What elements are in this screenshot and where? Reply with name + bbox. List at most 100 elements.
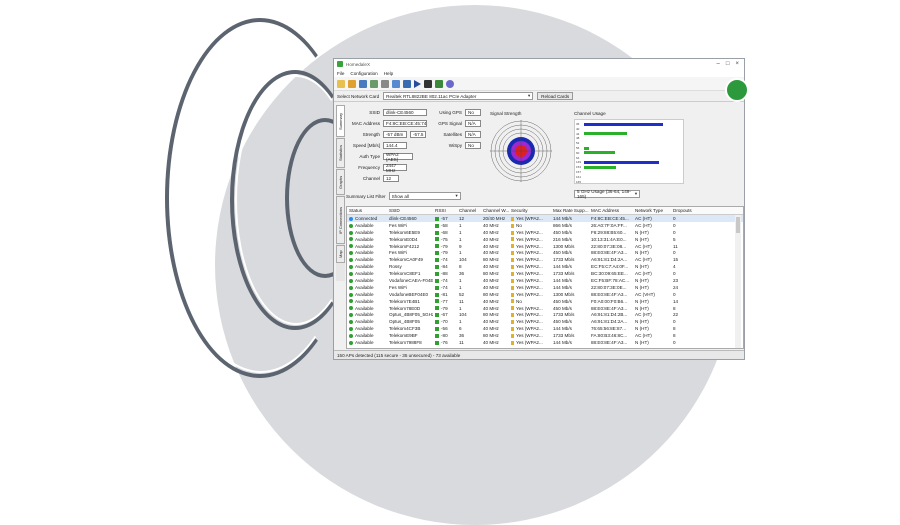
maximize-button[interactable]: □ (726, 61, 730, 67)
table-scrollbar[interactable] (735, 215, 741, 348)
table-cell: Yes (WPA2... (516, 229, 543, 235)
lock-icon (511, 285, 514, 290)
status-dot-icon (349, 244, 353, 249)
table-cell: Yes (WPA2... (516, 333, 543, 339)
channel-usage-select[interactable]: 5 GHz Usage (36-64, 149-165) ▼ (574, 189, 640, 199)
table-row[interactable]: Available TelekomE0D4 -75 1 40 MHz Yes (WPA2.… (347, 236, 743, 243)
signal-icon (435, 216, 439, 221)
summary-filter-select[interactable]: Show all ▼ (388, 192, 461, 200)
table-row[interactable]: Available Telekom4CF3B -56 6 40 MHz Yes (WPA2… (347, 325, 743, 332)
table-cell: 104 (459, 257, 467, 263)
table-row[interactable]: Available VodafoneCAEA-F04E0 -74 1 40 MHz Yes… (347, 277, 743, 284)
snapshot-icon[interactable] (435, 79, 443, 88)
table-cell: 1300 Mb/s (553, 291, 575, 297)
table-row[interactable]: Available Telekom6E5E9 -68 1 40 MHz Yes (WPA2… (347, 229, 743, 236)
column-header[interactable]: Channel W... (481, 208, 509, 213)
folder-icon[interactable] (348, 79, 356, 88)
table-cell: 23 (673, 277, 679, 283)
column-header[interactable]: MAC Address (589, 208, 633, 213)
tab-statistics[interactable]: Statistics (336, 138, 345, 168)
close-button[interactable]: × (735, 61, 739, 67)
table-cell: N (HT) (635, 250, 649, 256)
table-cell: 40 MHz (483, 229, 499, 235)
table-cell: Available (355, 271, 374, 277)
menu-configuration[interactable]: Configuration (350, 71, 377, 76)
channel-usage-label: Channel Usage (574, 111, 606, 116)
table-row[interactable]: Available Fes WiFi -58 1 40 MHz No 866 Mb/s 26:… (347, 222, 743, 229)
table-cell: 144 Mb/s (553, 284, 572, 290)
signal-icon (435, 230, 439, 235)
table-cell: Telekom7E4B1 (389, 298, 420, 304)
table-cell: -79 (441, 250, 448, 256)
export-icon[interactable] (370, 79, 378, 88)
table-row[interactable]: Available TelekomCA0F49 -74 104 80 MHz Yes (W… (347, 256, 743, 263)
table-row[interactable]: Available TelekomC8EF1 -88 36 80 MHz Yes (WPA… (347, 270, 743, 277)
column-header[interactable]: Dropouts (671, 208, 701, 213)
table-cell: 1733 Mb/s (553, 312, 575, 318)
table-cell: -88 (441, 271, 448, 277)
network-icon[interactable] (392, 79, 400, 88)
table-row[interactable]: Available Telekom7E4B1 -77 11 40 MHz No 450 Mb… (347, 298, 743, 305)
table-row[interactable]: Available Optus_4B8F05_5GHz -67 104 80 MHz Ye… (347, 311, 743, 318)
table-row[interactable]: Available Optus_4B8F05 -70 1 40 MHz Yes (WPA2… (347, 318, 743, 325)
play-icon[interactable] (414, 79, 421, 88)
table-cell: N (HT) (635, 305, 649, 311)
scrollbar-thumb[interactable] (736, 217, 740, 233)
menu-help[interactable]: Help (384, 71, 393, 76)
column-header[interactable]: SSID (387, 208, 433, 213)
table-row[interactable]: Available Telekom78E0D -79 1 40 MHz Yes (WPA2… (347, 305, 743, 312)
column-header[interactable]: Max Rate Supp... (551, 208, 589, 213)
table-row[interactable]: Available Fes WiFi -79 1 40 MHz Yes (WPA2... 4… (347, 249, 743, 256)
table-row[interactable]: Available TelekomE9BF -80 36 80 MHz Yes (WPA2… (347, 332, 743, 339)
table-cell: -74 (441, 277, 448, 283)
table-row[interactable]: Available Rossy -84 8 40 MHz Yes (WPA2... 144 … (347, 263, 743, 270)
network-card-select[interactable]: Realtek RTL8822BE 802.11ac PCIe Adapter … (383, 92, 534, 100)
table-cell: Available (355, 222, 374, 228)
status-dot-icon (349, 264, 353, 269)
networks-table: Status SSID RSSI Channel Channel W... Securit… (346, 206, 744, 349)
table-cell: 1 (459, 236, 462, 242)
table-cell: Available (355, 319, 374, 325)
title-bar: HomedaleX – □ × (334, 59, 744, 69)
summary-panel: SSID dlink-CE4560 MAC Address F4:8C:EB:C… (346, 107, 494, 203)
stop-icon[interactable] (424, 79, 432, 88)
menu-file[interactable]: File (337, 71, 344, 76)
status-dot-icon (349, 278, 353, 283)
table-cell: 1300 Mb/s (553, 243, 575, 249)
column-header[interactable]: RSSI (433, 208, 457, 213)
settings-icon[interactable] (381, 79, 389, 88)
ssid-label: SSID (369, 110, 380, 115)
table-cell: Yes (WPA2... (516, 339, 543, 345)
table-row[interactable]: Available Fes WiFi -74 1 40 MHz Yes (WPA2... 1… (347, 284, 743, 291)
column-header[interactable]: Channel (457, 208, 481, 213)
save-icon[interactable] (359, 79, 367, 88)
lock-icon (511, 320, 514, 325)
tab-map[interactable]: Map (336, 245, 345, 263)
table-row[interactable]: Available VodafoneBEF04E0 -81 52 80 MHz Yes (… (347, 291, 743, 298)
table-row[interactable]: Available TelekomF4212 -79 9 40 MHz Yes (WPA2… (347, 243, 743, 250)
channel-label: 52 (576, 141, 580, 146)
channel-usage-select-value: 5 GHz Usage (36-64, 149-165) (577, 189, 631, 199)
column-header[interactable]: Network Type (633, 208, 671, 213)
channel-label: 149 (576, 160, 582, 165)
table-cell: TelekomE9BF (389, 333, 418, 339)
tab-ip-connections[interactable]: IP Connections (336, 196, 345, 244)
signal-icon (435, 326, 439, 331)
table-cell: 5 (673, 236, 676, 242)
info-icon[interactable] (446, 79, 454, 88)
column-header[interactable]: Status (347, 208, 387, 213)
table-cell: 0 (673, 319, 676, 325)
reload-cards-button[interactable]: Reload Cards (537, 92, 574, 100)
tab-summary[interactable]: Summary (336, 105, 345, 137)
open-icon[interactable] (337, 79, 345, 88)
table-cell: 22 (673, 312, 679, 318)
column-header[interactable]: Security (509, 208, 551, 213)
table-row[interactable]: Connected dlink-CE4560 -57 12 20/40 MHz Yes (… (347, 215, 743, 222)
table-cell: 0 (673, 339, 676, 345)
table-row[interactable]: Available Telekom7988F8 -76 11 40 MHz Yes (WP… (347, 339, 743, 346)
refresh-icon[interactable] (403, 79, 411, 88)
table-cell: 1 (459, 250, 462, 256)
minimize-button[interactable]: – (717, 61, 720, 67)
tab-graphs[interactable]: Graphs (336, 169, 345, 195)
table-cell: 11 (459, 339, 464, 345)
